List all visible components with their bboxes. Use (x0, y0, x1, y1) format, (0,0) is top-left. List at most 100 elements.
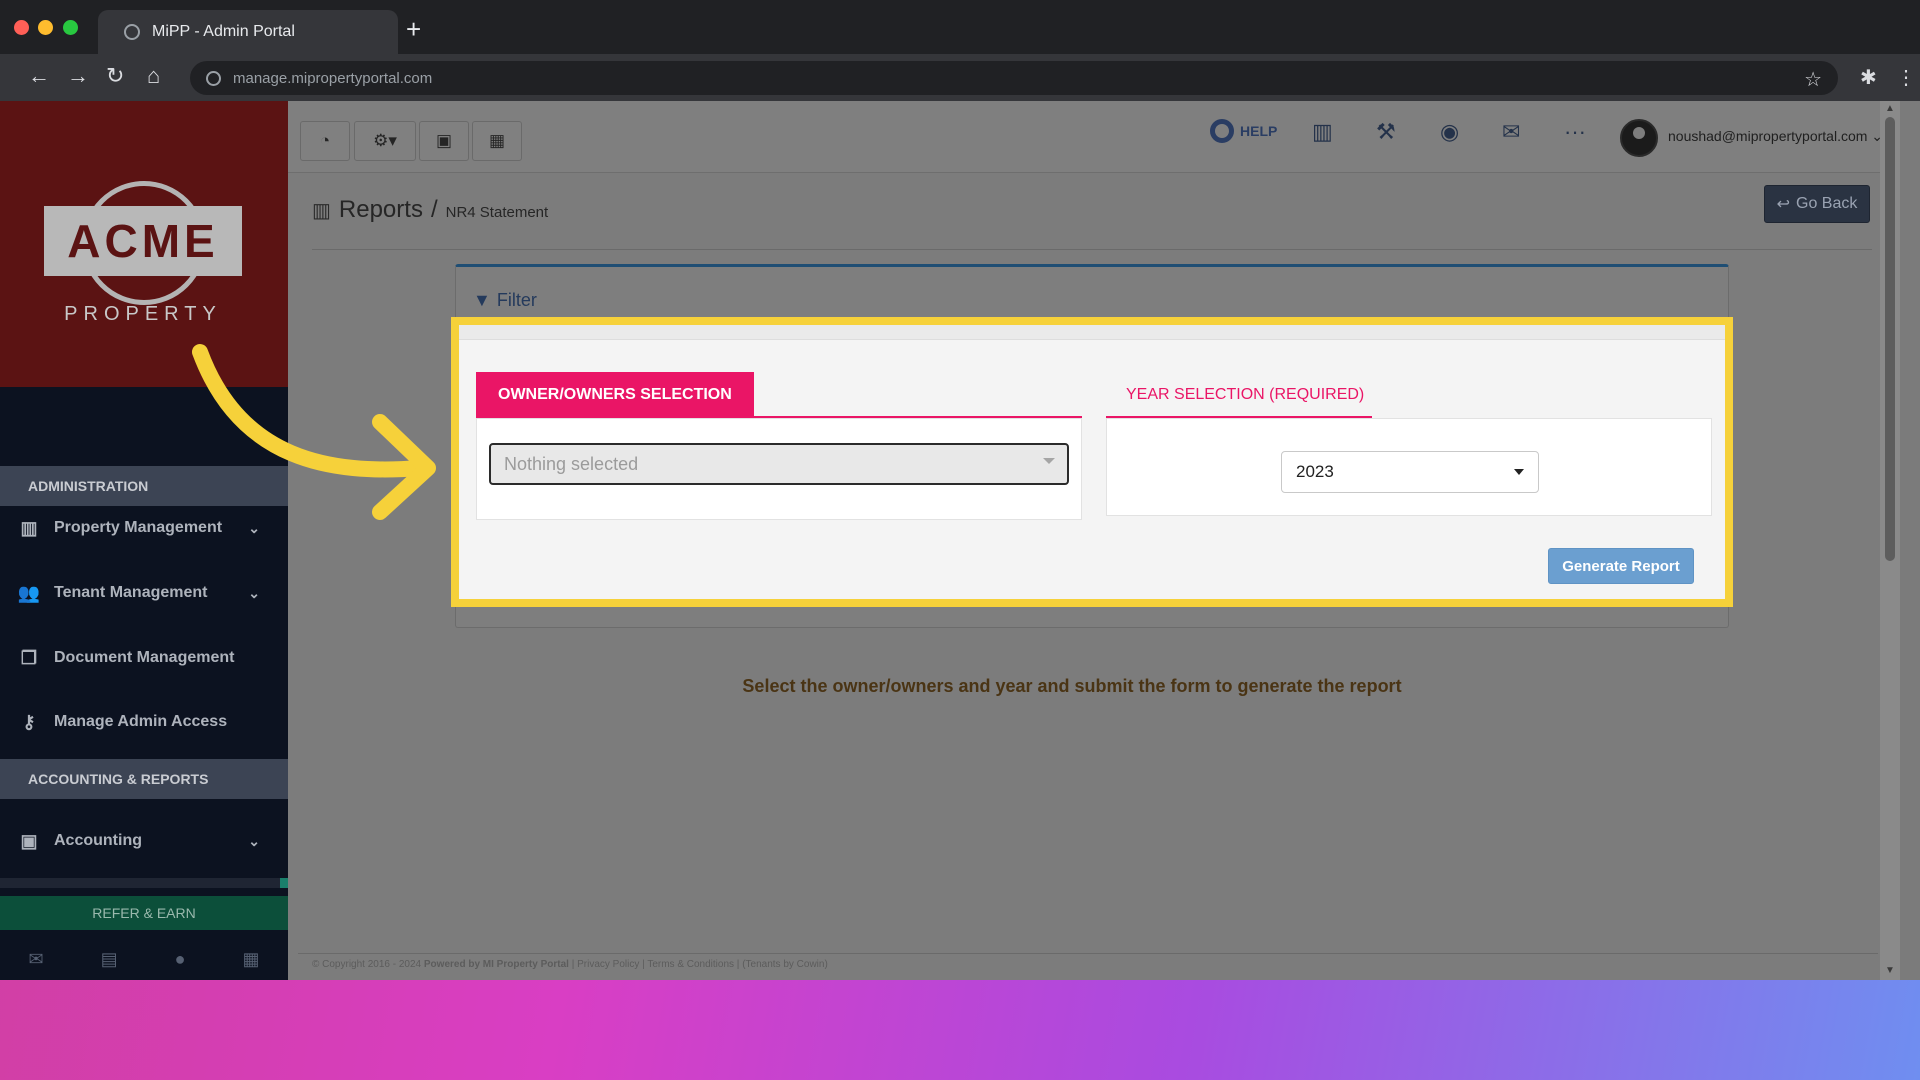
owner-selection-card: Nothing selected (476, 418, 1082, 520)
footer-credit: (Tenants by Cowin) (742, 959, 828, 970)
scrollbar-thumb[interactable] (1885, 117, 1895, 561)
main-content: ◔ ⚙▾ ▣ ▦ HELP ▥ ⚒ ◉ ✉ ··· noushad@miprop… (288, 101, 1900, 980)
lifebuoy-icon (1210, 119, 1234, 143)
caret-down-icon (1043, 458, 1055, 464)
caret-down-icon (1514, 469, 1524, 475)
footer-copyright: © Copyright 2016 - 2024 (312, 959, 422, 970)
owner-select-placeholder: Nothing selected (504, 453, 639, 474)
user-icon[interactable]: ● (175, 949, 186, 970)
year-select-value: 2023 (1296, 462, 1334, 481)
browser-window: MiPP - Admin Portal + ← → ↻ ⌂ manage.mip… (0, 0, 1920, 980)
close-window-button[interactable] (14, 20, 29, 35)
chevron-down-icon: ⌄ (248, 832, 260, 849)
generate-report-button[interactable]: Generate Report (1548, 548, 1694, 584)
globe-icon (124, 24, 140, 40)
sidebar-item-accounting[interactable]: ▣ Accounting ⌄ (0, 816, 288, 866)
calculator-button[interactable]: ▦ (472, 121, 522, 161)
sidebar-item-label: Manage Admin Access (54, 713, 228, 730)
browser-tab[interactable]: MiPP - Admin Portal (98, 10, 398, 54)
mail-icon[interactable]: ✉ (29, 949, 44, 970)
user-email[interactable]: noushad@mipropertyportal.com ⌄ (1668, 128, 1883, 145)
sidebar-footer: ✉ ▤ ● ▦ (0, 938, 288, 980)
breadcrumb-current: NR4 Statement (445, 204, 549, 221)
browser-toolbar: ← → ↻ ⌂ manage.mipropertyportal.com ☆ ✱ … (0, 54, 1920, 101)
reply-arrow-icon: ↩ (1776, 196, 1791, 213)
maximize-window-button[interactable] (63, 20, 78, 35)
divider (312, 249, 1872, 250)
wrench-icon[interactable]: ⚒ (1376, 119, 1396, 145)
footer-powered[interactable]: Powered by MI Property Portal (424, 959, 569, 970)
calculator-icon[interactable]: ▦ (242, 949, 259, 970)
tab-year-selection[interactable]: YEAR SELECTION (REQUIRED) (1106, 372, 1384, 417)
logo-sub-text: PROPERTY (64, 303, 222, 325)
more-icon[interactable]: ··· (1564, 119, 1586, 145)
tab-strip: MiPP - Admin Portal + (0, 0, 1920, 54)
sidebar-item-manage-admin-access[interactable]: ⚷ Manage Admin Access (0, 697, 288, 747)
envelope-icon[interactable]: ✉ (1502, 119, 1520, 145)
instruction-message: Select the owner/owners and year and sub… (742, 676, 1402, 696)
go-back-label: Go Back (1796, 195, 1858, 212)
eye-icon[interactable]: ◉ (1440, 119, 1459, 145)
dashboard-button[interactable]: ◔ (300, 121, 350, 161)
tab-title: MiPP - Admin Portal (152, 23, 295, 40)
year-select[interactable]: 2023 (1281, 451, 1539, 493)
gear-icon: ⚙▾ (373, 131, 397, 150)
minimize-window-button[interactable] (38, 20, 53, 35)
highlight-box: OWNER/OWNERS SELECTION Nothing selected … (451, 317, 1733, 607)
avatar[interactable] (1620, 119, 1658, 157)
sidebar-item-property-management[interactable]: ▥ Property Management ⌄ (0, 503, 288, 553)
filter-icon: ▼ (473, 290, 491, 310)
filter-heading: ▼ Filter (473, 290, 537, 311)
bookmark-star-icon[interactable]: ☆ (1804, 67, 1822, 92)
browser-menu-icon[interactable]: ⋮ (1896, 65, 1916, 90)
home-icon[interactable]: ⌂ (147, 64, 160, 88)
owner-select[interactable]: Nothing selected (489, 443, 1069, 485)
filter-title-text: Filter (496, 290, 537, 310)
users-icon: 👥 (17, 582, 41, 603)
logo-main-text: ACME (44, 206, 242, 276)
sidebar-item-label: Tenant Management (54, 584, 208, 601)
address-bar[interactable]: manage.mipropertyportal.com ☆ (190, 61, 1838, 95)
building-icon: ▥ (20, 517, 38, 538)
refer-earn-button[interactable]: REFER & EARN (0, 896, 288, 930)
chevron-down-icon: ⌄ (248, 519, 260, 536)
tab-owner-selection[interactable]: OWNER/OWNERS SELECTION (476, 372, 754, 417)
breadcrumb: ▥ Reports / NR4 Statement (312, 196, 548, 224)
url-text: manage.mipropertyportal.com (233, 69, 433, 87)
sidebar-section-administration: ADMINISTRATION (0, 466, 288, 506)
top-bar: ◔ ⚙▾ ▣ ▦ HELP ▥ ⚒ ◉ ✉ ··· noushad@miprop… (288, 101, 1900, 173)
footer-privacy-link[interactable]: Privacy Policy (577, 959, 639, 970)
chevron-down-icon: ⌄ (248, 584, 260, 601)
sidebar-section-accounting-reports: ACCOUNTING & REPORTS (0, 759, 288, 799)
acme-logo[interactable]: ACME PROPERTY (44, 181, 244, 331)
year-selection-card: 2023 (1106, 418, 1712, 516)
sidebar-item-tenant-management[interactable]: 👥 Tenant Management ⌄ (0, 568, 288, 618)
forward-arrow-icon[interactable]: → (67, 64, 89, 88)
key-icon: ⚷ (22, 711, 36, 732)
extensions-icon[interactable]: ✱ (1860, 65, 1877, 90)
sidebar-scroll-strip (0, 878, 288, 888)
footer-terms-link[interactable]: Terms & Conditions (647, 959, 734, 970)
page-footer: © Copyright 2016 - 2024 Powered by MI Pr… (312, 959, 828, 970)
scroll-down-icon[interactable]: ▼ (1885, 965, 1895, 976)
briefcase-icon[interactable]: ▤ (101, 949, 118, 970)
bar-chart-icon: ▥ (312, 200, 331, 222)
bar-chart-icon[interactable]: ▥ (1312, 119, 1333, 145)
back-arrow-icon[interactable]: ← (28, 64, 50, 88)
calendar-button[interactable]: ▣ (419, 121, 469, 161)
page-title[interactable]: Reports (339, 196, 423, 224)
new-tab-button[interactable]: + (406, 16, 421, 42)
reload-icon[interactable]: ↻ (106, 64, 124, 88)
site-info-icon[interactable] (206, 70, 221, 86)
help-button[interactable]: HELP (1210, 119, 1277, 143)
sidebar: ACME PROPERTY ADMINISTRATION ▥ Property … (0, 101, 288, 980)
sidebar-item-document-management[interactable]: ❐ Document Management (0, 633, 288, 683)
dashboard-icon: ◔ (319, 131, 331, 150)
go-back-button[interactable]: ↩ Go Back (1764, 185, 1870, 223)
settings-dropdown-button[interactable]: ⚙▾ (354, 121, 416, 161)
scroll-up-icon[interactable]: ▲ (1885, 103, 1895, 114)
calculator-icon: ▦ (488, 131, 506, 150)
page-scrollbar[interactable]: ▲ ▼ (1880, 101, 1900, 980)
year-selection-column: YEAR SELECTION (REQUIRED) 2023 (1106, 372, 1712, 520)
documents-icon: ❐ (20, 647, 38, 668)
